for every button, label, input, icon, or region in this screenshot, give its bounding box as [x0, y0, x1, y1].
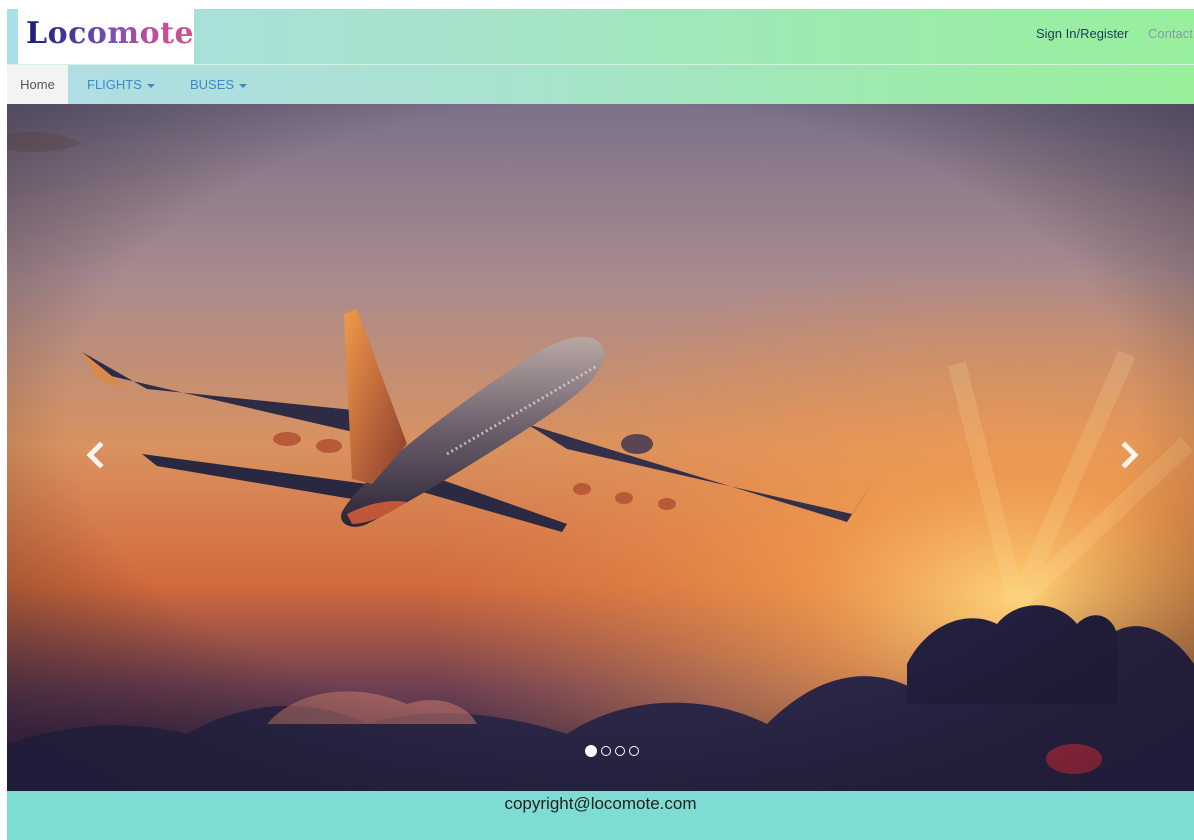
copyright-text: copyright@locomote.com: [504, 794, 697, 813]
contact-link[interactable]: Contact: [1148, 26, 1193, 41]
nav-home-label: Home: [20, 77, 55, 92]
caret-down-icon: [146, 83, 155, 88]
nav-home[interactable]: Home: [7, 65, 68, 104]
site-footer: copyright@locomote.com: [7, 791, 1194, 840]
hero-carousel: [7, 104, 1194, 791]
logo[interactable]: Locomote: [18, 9, 194, 64]
carousel-indicators: [585, 744, 639, 758]
nav-buses-label: BUSES: [190, 77, 235, 92]
carousel-indicator-1[interactable]: [585, 745, 597, 757]
carousel-indicator-3[interactable]: [615, 746, 625, 756]
page: Locomote Sign In/Register Contact Home F…: [0, 0, 1194, 840]
chevron-right-icon: [1121, 441, 1139, 469]
carousel-slide-image: [7, 104, 1194, 791]
site-header: Locomote Sign In/Register Contact: [7, 9, 1194, 65]
nav-flights-dropdown[interactable]: FLIGHTS: [87, 65, 155, 104]
nav-flights-label: FLIGHTS: [87, 77, 142, 92]
main-nav: Home FLIGHTS BUSES: [7, 65, 1194, 104]
carousel-indicator-2[interactable]: [601, 746, 611, 756]
chevron-left-icon: [86, 441, 104, 469]
caret-down-icon: [239, 83, 248, 88]
logo-text: Locomote: [26, 16, 195, 51]
carousel-indicator-4[interactable]: [629, 746, 639, 756]
carousel-next-button[interactable]: [1114, 440, 1144, 470]
carousel-prev-button[interactable]: [81, 440, 111, 470]
nav-buses-dropdown[interactable]: BUSES: [190, 65, 248, 104]
sign-in-register-link[interactable]: Sign In/Register: [1036, 26, 1129, 41]
